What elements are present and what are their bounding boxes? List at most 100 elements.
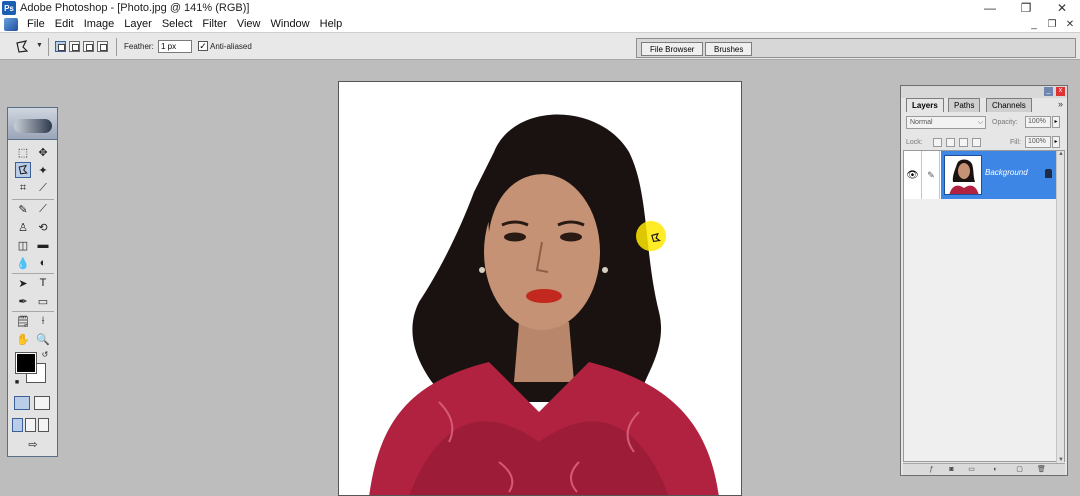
opacity-input[interactable]: 100% <box>1025 116 1051 128</box>
standard-mode-button[interactable] <box>14 396 30 410</box>
anti-aliased-checkbox[interactable]: ✓ <box>198 41 208 51</box>
palette-menu-button[interactable]: » <box>1058 99 1063 109</box>
move-tool-icon[interactable]: ✥ <box>35 144 51 160</box>
layer-name[interactable]: Background <box>985 168 1028 177</box>
separator <box>116 38 117 56</box>
menu-filter[interactable]: Filter <box>197 18 231 30</box>
path-selection-tool-icon[interactable]: ➤ <box>15 275 31 291</box>
notes-tool-icon[interactable]: 🗒 <box>15 313 31 329</box>
menu-image[interactable]: Image <box>79 18 120 30</box>
eraser-tool-icon[interactable]: ◫ <box>15 237 31 253</box>
document-menu-icon[interactable] <box>4 17 18 31</box>
quick-mask-mode-button[interactable] <box>34 396 50 410</box>
menu-bar: File Edit Image Layer Select Filter View… <box>0 16 1080 32</box>
menu-view[interactable]: View <box>232 18 266 30</box>
palette-titlebar[interactable]: _ x <box>901 86 1067 98</box>
history-brush-tool-icon[interactable]: ⟲ <box>35 219 51 235</box>
file-browser-tab[interactable]: File Browser <box>641 42 704 56</box>
lock-image-icon[interactable] <box>946 138 955 147</box>
full-screen-mode-button[interactable] <box>38 418 49 432</box>
crop-tool-icon[interactable]: ⌗ <box>15 180 31 196</box>
eye-icon[interactable]: 👁 <box>904 151 922 199</box>
layers-palette: _ x Layers Paths Channels » Normal ⌵ Opa… <box>900 85 1068 476</box>
doc-close-button[interactable]: ✕ <box>1064 19 1076 30</box>
intersect-selection-button[interactable] <box>97 41 108 52</box>
anti-aliased-label: Anti-aliased <box>210 42 252 51</box>
close-button[interactable]: ✕ <box>1044 0 1080 16</box>
toolbox-header[interactable] <box>8 108 57 140</box>
doc-restore-button[interactable]: ❐ <box>1046 19 1058 30</box>
layer-style-icon[interactable]: ƒ <box>927 466 936 474</box>
shape-tool-icon[interactable]: ▭ <box>35 293 51 309</box>
new-set-icon[interactable]: ▭ <box>967 466 976 474</box>
default-colors-icon[interactable]: ■ <box>12 377 22 387</box>
swap-colors-icon[interactable]: ↺ <box>40 349 50 359</box>
clone-stamp-tool-icon[interactable]: ♙ <box>15 219 31 235</box>
blend-mode-select[interactable]: Normal ⌵ <box>906 116 986 129</box>
layer-thumbnail <box>944 155 982 195</box>
type-tool-icon[interactable]: T <box>35 275 51 291</box>
document-canvas[interactable] <box>338 81 742 496</box>
scroll-up-icon[interactable]: ▲ <box>1057 151 1065 157</box>
opacity-label: Opacity: <box>992 119 1018 126</box>
subtract-from-selection-button[interactable] <box>83 41 94 52</box>
full-screen-menu-mode-button[interactable] <box>25 418 36 432</box>
adjustment-layer-icon[interactable]: ◐ <box>991 466 1000 474</box>
tab-channels[interactable]: Channels <box>986 98 1032 112</box>
menu-edit[interactable]: Edit <box>50 18 79 30</box>
eyedropper-tool-icon[interactable]: ⟊ <box>35 313 51 329</box>
jump-to-imageready-icon[interactable]: ⇨ <box>22 436 44 452</box>
polygonal-lasso-tool-icon[interactable] <box>15 162 31 178</box>
healing-brush-tool-icon[interactable]: ✎ <box>15 201 31 217</box>
palette-bottom-bar: ƒ ◙ ▭ ◐ ▢ 🗑 <box>903 463 1065 475</box>
menu-select[interactable]: Select <box>157 18 198 30</box>
tab-layers[interactable]: Layers <box>906 98 944 112</box>
lock-transparency-icon[interactable] <box>933 138 942 147</box>
restore-button[interactable]: ❐ <box>1008 0 1044 16</box>
separator <box>12 311 54 312</box>
lock-position-icon[interactable] <box>959 138 968 147</box>
doc-minimize-button[interactable]: _ <box>1028 19 1040 30</box>
layer-row-background[interactable]: 👁 ✎ Background <box>904 151 1064 199</box>
magic-wand-tool-icon[interactable]: ✦ <box>35 162 51 178</box>
hand-tool-icon[interactable]: ✋ <box>15 331 31 347</box>
trash-icon[interactable]: 🗑 <box>1037 466 1046 474</box>
lock-all-icon[interactable] <box>972 138 981 147</box>
menu-window[interactable]: Window <box>266 18 315 30</box>
new-selection-button[interactable] <box>55 41 66 52</box>
tool-preset-dropdown-icon[interactable]: ▼ <box>36 42 43 49</box>
add-mask-icon[interactable]: ◙ <box>947 466 956 474</box>
blur-tool-icon[interactable]: 💧 <box>15 255 31 271</box>
tab-paths[interactable]: Paths <box>948 98 981 112</box>
opacity-arrow-icon[interactable]: ▸ <box>1052 116 1060 128</box>
polygonal-lasso-icon[interactable] <box>14 39 30 55</box>
palette-close-icon[interactable]: x <box>1056 87 1065 96</box>
adobe-online-icon[interactable] <box>14 119 52 133</box>
layers-scrollbar[interactable]: ▲ ▼ <box>1056 151 1064 463</box>
dodge-tool-icon[interactable]: ◐ <box>35 255 51 271</box>
new-layer-icon[interactable]: ▢ <box>1015 466 1024 474</box>
feather-input[interactable]: 1 px <box>158 40 192 53</box>
gradient-tool-icon[interactable]: ▬ <box>35 237 51 253</box>
menu-help[interactable]: Help <box>315 18 348 30</box>
menu-layer[interactable]: Layer <box>119 18 157 30</box>
brush-tool-icon[interactable]: ⟋ <box>35 201 51 217</box>
zoom-tool-icon[interactable]: 🔍 <box>35 331 51 347</box>
window-title: Adobe Photoshop - [Photo.jpg @ 141% (RGB… <box>20 2 250 14</box>
fill-arrow-icon[interactable]: ▸ <box>1052 136 1060 148</box>
standard-screen-mode-button[interactable] <box>12 418 23 432</box>
pen-tool-icon[interactable]: ✒ <box>15 293 31 309</box>
foreground-color-swatch[interactable] <box>15 352 37 374</box>
fill-input[interactable]: 100% <box>1025 136 1051 148</box>
add-to-selection-button[interactable] <box>69 41 80 52</box>
menu-file[interactable]: File <box>22 18 50 30</box>
palette-minimize-icon[interactable]: _ <box>1044 87 1053 96</box>
layer-selected-highlight[interactable]: Background <box>941 151 1056 199</box>
brushes-tab[interactable]: Brushes <box>705 42 753 56</box>
minimize-button[interactable]: — <box>972 0 1008 16</box>
lock-label: Lock: <box>906 139 923 146</box>
marquee-tool-icon[interactable]: ⬚ <box>15 144 31 160</box>
title-bar: Ps Adobe Photoshop - [Photo.jpg @ 141% (… <box>0 0 1080 16</box>
brush-link-icon[interactable]: ✎ <box>923 151 940 199</box>
slice-tool-icon[interactable]: ⟋ <box>35 180 51 196</box>
